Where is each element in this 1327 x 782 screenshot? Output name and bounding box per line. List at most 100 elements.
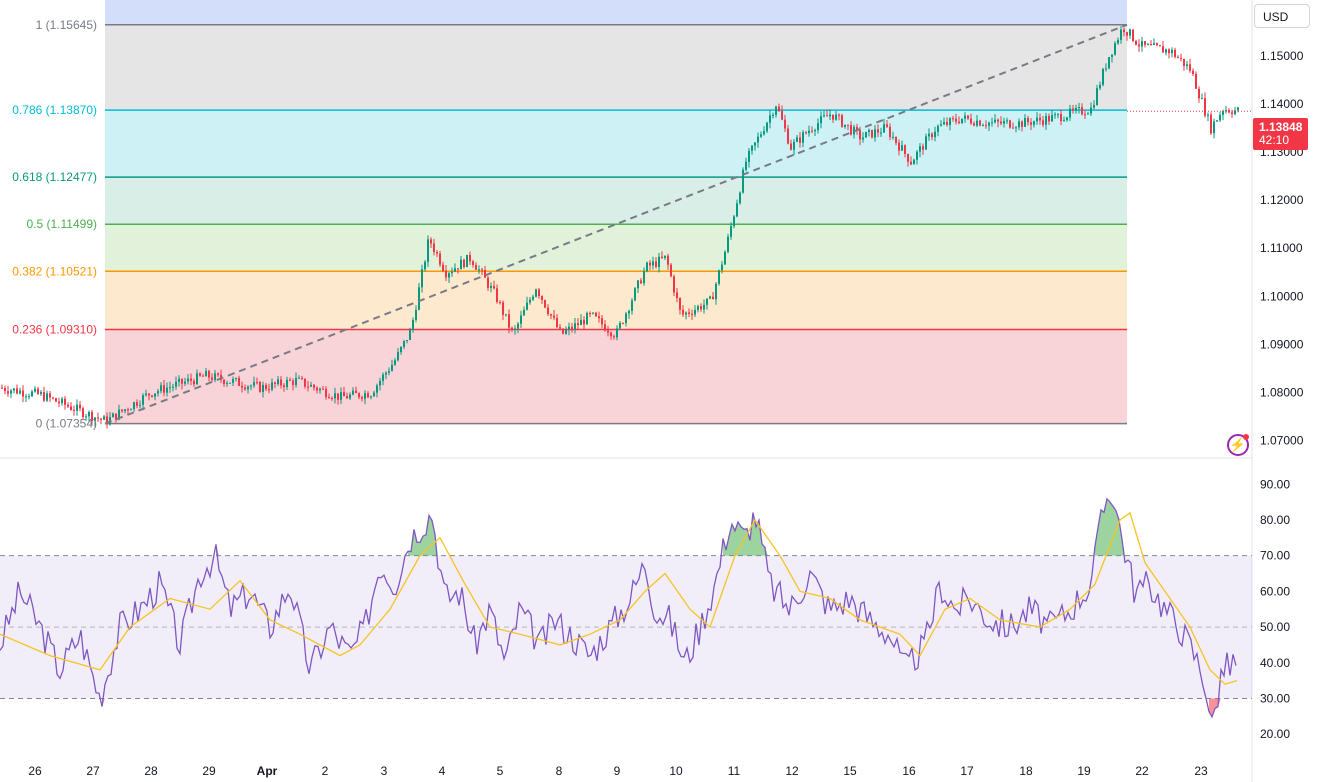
candle-body bbox=[352, 390, 354, 395]
candle bbox=[22, 385, 24, 403]
candle-body bbox=[817, 123, 819, 131]
candle-body bbox=[886, 124, 888, 127]
candle-body bbox=[283, 385, 285, 387]
candle-body bbox=[256, 382, 258, 384]
price-tick-label: 1.11000 bbox=[1260, 241, 1303, 255]
candle-body bbox=[346, 396, 348, 399]
candle-body bbox=[178, 378, 180, 382]
rsi-tick-label: 90.00 bbox=[1260, 477, 1290, 491]
candle-body bbox=[1084, 114, 1086, 116]
candle-body bbox=[889, 126, 891, 138]
candle-body bbox=[70, 406, 72, 410]
candle bbox=[1204, 92, 1206, 118]
candle-body bbox=[274, 382, 276, 384]
candle-body bbox=[1135, 40, 1137, 45]
rsi-pane[interactable] bbox=[0, 497, 1252, 719]
candle bbox=[535, 288, 537, 298]
candle-body bbox=[694, 309, 696, 315]
candle-body bbox=[73, 409, 75, 411]
currency-button[interactable]: USD bbox=[1254, 4, 1310, 28]
candle-body bbox=[1090, 107, 1092, 114]
candle-body bbox=[577, 323, 579, 326]
candle bbox=[100, 417, 102, 425]
candle-body bbox=[820, 116, 822, 124]
time-tick-label: 15 bbox=[843, 764, 857, 778]
candle-body bbox=[607, 330, 609, 333]
candle-body bbox=[667, 255, 669, 265]
candle-body bbox=[124, 409, 126, 412]
time-axis[interactable]: 26 27 28 29 Apr 2 3 4 5 8 9 10 11 12 15 16 17 18 19 22 23 bbox=[28, 764, 1208, 778]
candle-body bbox=[532, 296, 534, 300]
time-tick-label: 18 bbox=[1019, 764, 1033, 778]
lightning-icon[interactable]: ⚡ bbox=[1227, 434, 1249, 456]
candle-body bbox=[157, 391, 159, 394]
candle-body bbox=[724, 251, 726, 265]
candle-body bbox=[337, 393, 339, 400]
candle-body bbox=[976, 120, 978, 126]
candle-body bbox=[79, 404, 81, 409]
candle-body bbox=[424, 261, 426, 270]
candle bbox=[16, 384, 18, 395]
rsi-tick-label: 70.00 bbox=[1260, 549, 1290, 563]
candle bbox=[742, 167, 744, 194]
candle-body bbox=[13, 388, 15, 391]
candle-body bbox=[964, 115, 966, 119]
candle-body bbox=[742, 169, 744, 193]
candle-body bbox=[199, 373, 201, 376]
candle bbox=[841, 113, 843, 128]
candle-body bbox=[793, 141, 795, 150]
candle-body bbox=[253, 382, 255, 386]
rsi-axis[interactable]: 20.00 30.00 40.00 50.00 60.00 70.00 80.00 90.00 bbox=[1260, 477, 1290, 741]
fib-zone-0.236 bbox=[105, 271, 1127, 330]
candle-body bbox=[511, 327, 513, 330]
candle bbox=[28, 393, 30, 400]
candle-body bbox=[1198, 88, 1200, 99]
candle bbox=[646, 261, 648, 273]
candle-body bbox=[940, 124, 942, 126]
fib-label-0.786: 0.786 (1.13870) bbox=[12, 103, 97, 117]
candle-body bbox=[430, 239, 432, 244]
candle-body bbox=[721, 264, 723, 271]
candle-body bbox=[547, 307, 549, 315]
candle-body bbox=[406, 340, 408, 342]
chart-canvas[interactable]: 0 (1.07354) 0.236 (1.09310) 0.382 (1.10521… bbox=[0, 0, 1327, 782]
candle-body bbox=[1192, 70, 1194, 74]
candle-body bbox=[859, 130, 861, 140]
candle bbox=[46, 390, 48, 403]
candle bbox=[1165, 48, 1167, 56]
rsi-tick-label: 80.00 bbox=[1260, 513, 1290, 527]
candle-body bbox=[700, 306, 702, 310]
candle-body bbox=[643, 271, 645, 284]
candle-body bbox=[127, 409, 129, 411]
candle-body bbox=[748, 150, 750, 162]
price-axis[interactable]: 1.07000 1.08000 1.09000 1.10000 1.11000 1.120… bbox=[1260, 49, 1304, 448]
candle bbox=[727, 233, 729, 254]
candle-body bbox=[1171, 49, 1173, 54]
candle-body bbox=[1036, 117, 1038, 122]
candle-body bbox=[646, 262, 648, 272]
candle-body bbox=[802, 132, 804, 143]
candle-body bbox=[466, 254, 468, 268]
candle bbox=[670, 263, 672, 278]
candle-body bbox=[592, 312, 594, 314]
candle-body bbox=[34, 388, 36, 392]
candle-body bbox=[1120, 29, 1122, 40]
candle-body bbox=[1174, 49, 1176, 57]
candle-body bbox=[4, 388, 6, 392]
candle-body bbox=[1009, 120, 1011, 128]
candle-body bbox=[919, 146, 921, 152]
candle-body bbox=[1186, 64, 1188, 67]
candle-body bbox=[1060, 114, 1062, 122]
candle-body bbox=[922, 146, 924, 150]
time-tick-label: 12 bbox=[785, 764, 799, 778]
trading-chart[interactable]: 0 (1.07354) 0.236 (1.09310) 0.382 (1.10521… bbox=[0, 0, 1327, 782]
time-tick-label: 22 bbox=[1135, 764, 1149, 778]
candle bbox=[586, 311, 588, 325]
candle-body bbox=[361, 397, 363, 399]
candle bbox=[1225, 105, 1227, 114]
candle-body bbox=[1204, 98, 1206, 116]
candle-body bbox=[523, 309, 525, 316]
candle-body bbox=[655, 261, 657, 267]
candle bbox=[1153, 38, 1155, 45]
candle-body bbox=[1063, 120, 1065, 122]
